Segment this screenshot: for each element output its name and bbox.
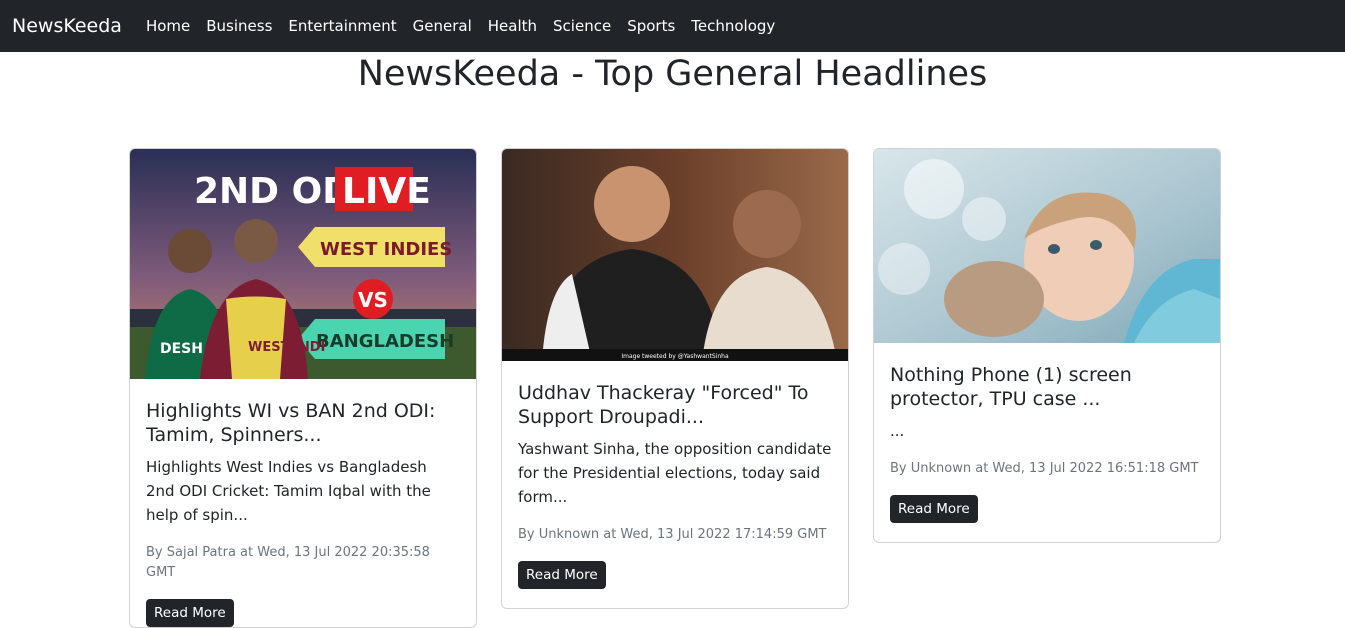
image-text-bangladesh: BANGLADESH <box>316 331 454 352</box>
card-meta: By Unknown at Wed, 13 Jul 2022 16:51:18 … <box>890 461 1199 476</box>
news-card: Nothing Phone (1) screen protector, TPU … <box>873 148 1221 543</box>
nav-links: Home Business Entertainment General Heal… <box>138 17 783 35</box>
card-body: Nothing Phone (1) screen protector, TPU … <box>874 343 1220 539</box>
card-image-child[interactable] <box>874 149 1220 343</box>
nav-link-entertainment[interactable]: Entertainment <box>280 17 404 35</box>
nav-link-sports[interactable]: Sports <box>619 17 683 35</box>
image-text-jersey-2: WEST INDI <box>248 340 325 355</box>
news-card: 2ND ODI LIVE WEST INDIES VS BANGLADESH D… <box>129 148 477 628</box>
nav-link-technology[interactable]: Technology <box>683 17 783 35</box>
card-image-politicians[interactable]: Image tweeted by @YashwantSinha <box>502 149 848 361</box>
news-card: Image tweeted by @YashwantSinha Uddhav T… <box>501 148 849 609</box>
brand-link[interactable]: NewsKeeda <box>12 15 122 37</box>
card-meta: By Unknown at Wed, 13 Jul 2022 17:14:59 … <box>518 527 827 542</box>
read-more-button[interactable]: Read More <box>518 561 606 589</box>
card-image-cricket[interactable]: 2ND ODI LIVE WEST INDIES VS BANGLADESH D… <box>130 149 476 379</box>
card-title: Nothing Phone (1) screen protector, TPU … <box>890 364 1132 410</box>
nav-link-health[interactable]: Health <box>480 17 545 35</box>
read-more-button[interactable]: Read More <box>146 599 234 627</box>
image-text-west-indies: WEST INDIES <box>320 239 452 260</box>
card-title: Uddhav Thackeray "Forced" To Support Dro… <box>518 382 809 428</box>
nav-link-home[interactable]: Home <box>138 17 198 35</box>
card-description: ... <box>890 422 905 440</box>
nav-link-science[interactable]: Science <box>545 17 619 35</box>
card-body: Highlights WI vs BAN 2nd ODI: Tamim, Spi… <box>130 379 476 627</box>
card-meta: By Sajal Patra at Wed, 13 Jul 2022 20:35… <box>146 545 430 580</box>
image-text-live: LIVE <box>342 171 431 212</box>
nav-link-business[interactable]: Business <box>198 17 280 35</box>
card-description: Yashwant Sinha, the opposition candidate… <box>518 440 832 506</box>
page-title: NewsKeeda - Top General Headlines <box>357 54 988 94</box>
read-more-button[interactable]: Read More <box>890 495 978 523</box>
image-caption: Image tweeted by @YashwantSinha <box>621 353 729 360</box>
image-text-vs: VS <box>358 288 388 312</box>
image-text-jersey-1: DESH <box>160 341 203 357</box>
navbar: NewsKeeda Home Business Entertainment Ge… <box>0 0 1345 52</box>
card-description: Highlights West Indies vs Bangladesh 2nd… <box>146 458 431 524</box>
card-title: Highlights WI vs BAN 2nd ODI: Tamim, Spi… <box>146 400 436 446</box>
nav-link-general[interactable]: General <box>405 17 480 35</box>
card-body: Uddhav Thackeray "Forced" To Support Dro… <box>502 361 848 605</box>
